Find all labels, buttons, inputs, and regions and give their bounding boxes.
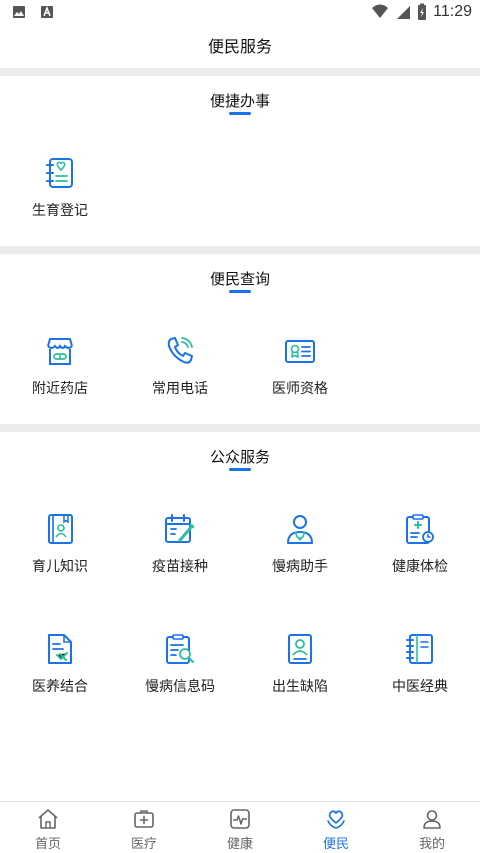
- tab-mine[interactable]: 我的: [384, 802, 480, 853]
- phone-icon: [167, 337, 193, 364]
- registration-book-icon: [46, 158, 73, 188]
- parenting-book-icon: [48, 514, 73, 544]
- font-notification-icon: [41, 5, 53, 18]
- service-chronic-disease-assistant[interactable]: 慢病助手: [240, 512, 360, 602]
- birth-defect-card-icon: [288, 634, 312, 664]
- section-convenient-affairs: 便捷办事 生育登记: [0, 76, 480, 246]
- service-tcm-classics[interactable]: 中医经典: [360, 632, 480, 722]
- service-label: 附近药店: [32, 381, 88, 397]
- pharmacy-store-icon: [47, 338, 73, 365]
- vaccine-calendar-icon: [165, 514, 195, 543]
- medical-care-document-icon: [48, 634, 72, 664]
- section-title: 公众服务: [209, 448, 270, 466]
- bottom-tab-bar: 首页 医疗 健康 便民 我的: [0, 801, 480, 853]
- tcm-classic-book-icon: [406, 634, 433, 664]
- tab-label: 便民: [322, 837, 349, 852]
- service-label: 中医经典: [392, 679, 448, 695]
- service-label: 慢病助手: [272, 559, 328, 575]
- service-label: 出生缺陷: [272, 679, 328, 695]
- divider: [0, 424, 480, 432]
- service-vaccination[interactable]: 疫苗接种: [120, 512, 240, 602]
- clock: 11:29: [433, 3, 472, 20]
- signal-icon: [397, 6, 411, 19]
- service-label: 常用电话: [152, 381, 208, 397]
- section-title-underline: [229, 468, 251, 471]
- service-medical-elderly-care[interactable]: 医养结合: [0, 632, 120, 722]
- service-common-phones[interactable]: 常用电话: [120, 334, 240, 424]
- service-health-checkup[interactable]: 健康体检: [360, 512, 480, 602]
- service-label: 慢病信息码: [145, 679, 215, 695]
- tab-label: 医疗: [130, 837, 157, 852]
- service-label: 医师资格: [272, 381, 328, 397]
- section-title-underline: [229, 112, 251, 115]
- section-title-underline: [229, 290, 251, 293]
- page-title: 便民服务: [207, 37, 272, 56]
- tab-label: 健康: [226, 837, 253, 852]
- medical-kit-icon: [134, 810, 154, 828]
- service-birth-registration[interactable]: 生育登记: [0, 156, 120, 246]
- heartbeat-icon: [230, 809, 250, 829]
- section-title: 便民查询: [209, 270, 270, 288]
- service-birth-defect[interactable]: 出生缺陷: [240, 632, 360, 722]
- tab-label: 我的: [418, 837, 445, 852]
- wifi-icon: [372, 4, 389, 18]
- home-icon: [38, 809, 58, 829]
- service-label: 生育登记: [32, 203, 88, 219]
- image-notification-icon: [13, 6, 25, 18]
- tab-label: 首页: [34, 837, 61, 852]
- service-label: 健康体检: [392, 559, 448, 575]
- health-checkup-clipboard-icon: [406, 514, 434, 544]
- user-icon: [423, 810, 441, 829]
- service-label: 医养结合: [32, 679, 88, 695]
- page-header: 便民服务: [0, 26, 480, 68]
- service-label: 疫苗接种: [152, 559, 208, 575]
- service-parenting-knowledge[interactable]: 育儿知识: [0, 512, 120, 602]
- tab-medical[interactable]: 医疗: [96, 802, 192, 853]
- info-code-search-icon: [166, 634, 194, 664]
- divider: [0, 246, 480, 254]
- section-title: 便捷办事: [209, 92, 270, 110]
- tab-convenience[interactable]: 便民: [288, 802, 384, 853]
- divider: [0, 68, 480, 76]
- section-convenient-query: 便民查询 附近药店 常用电话 医师资格: [0, 254, 480, 424]
- service-label: 育儿知识: [32, 559, 88, 575]
- certificate-card-icon: [285, 340, 315, 363]
- service-chronic-info-code[interactable]: 慢病信息码: [120, 632, 240, 722]
- service-nearby-pharmacy[interactable]: 附近药店: [0, 334, 120, 424]
- tab-home[interactable]: 首页: [0, 802, 96, 853]
- heart-hands-icon: [327, 810, 345, 829]
- tab-health[interactable]: 健康: [192, 802, 288, 853]
- status-bar: 11:29: [0, 0, 480, 26]
- battery-icon: [418, 3, 427, 20]
- section-public-services: 公众服务 育儿知识 疫苗接种 慢病助手 健康体检 医养结合 慢病信息码 出生缺陷…: [0, 432, 480, 801]
- service-physician-qualification[interactable]: 医师资格: [240, 334, 360, 424]
- doctor-assistant-icon: [287, 515, 313, 544]
